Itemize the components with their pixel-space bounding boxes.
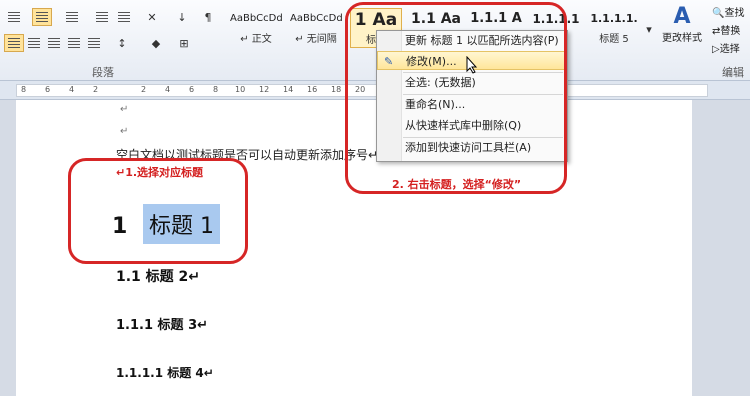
ruler-number: 2 <box>141 85 147 94</box>
ruler-number: 18 <box>331 85 342 94</box>
style-name: ↵ 正文 <box>240 34 272 45</box>
find-icon: 🔍 <box>712 8 725 19</box>
sort-button[interactable]: ↓ <box>172 8 192 26</box>
select-label: 选择 <box>719 44 740 55</box>
ruler-number: 4 <box>165 85 171 94</box>
borders-button[interactable]: ⊞ <box>174 34 194 52</box>
style-name: 标题 5 <box>599 34 629 45</box>
select-button[interactable]: ▷选择 <box>712 40 740 55</box>
ruler-number: 2 <box>93 85 99 94</box>
ruler-number: 10 <box>235 85 246 94</box>
shading-button[interactable]: ◆ <box>146 34 166 52</box>
replace-label: 替换 <box>720 26 741 37</box>
style-name: ↵ 无间隔 <box>295 34 337 45</box>
ruler-number: 16 <box>307 85 318 94</box>
align-center-button[interactable] <box>24 34 44 52</box>
align-right-button[interactable] <box>44 34 64 52</box>
paragraph-group-label: 段落 <box>92 66 114 79</box>
align-left-button[interactable] <box>4 34 24 52</box>
style-normal[interactable]: AaBbCcDd ↵ 正文 <box>230 8 282 48</box>
paragraph-mark: ↵ <box>120 104 129 115</box>
select-icon: ▷ <box>712 44 720 55</box>
heading-2[interactable]: 1.1 标题 2↵ <box>116 266 200 286</box>
find-label: 查找 <box>724 8 745 19</box>
change-styles-button[interactable]: A 更改样式 <box>660 4 704 62</box>
paragraph-mark: ↵ <box>120 126 129 137</box>
style-gallery-scroll[interactable]: ▾ <box>643 8 655 50</box>
ruler-number: 6 <box>189 85 195 94</box>
ruler-number: 4 <box>69 85 75 94</box>
change-styles-label: 更改样式 <box>662 33 702 44</box>
style-sample: AaBbCcDd <box>290 13 342 24</box>
increase-indent-button[interactable] <box>114 8 134 26</box>
step2-annotation: 2. 右击标题，选择“修改” <box>392 178 522 191</box>
show-marks-button[interactable]: ¶ <box>198 8 218 26</box>
heading-3[interactable]: 1.1.1 标题 3↵ <box>116 314 208 333</box>
numbering-button[interactable] <box>32 8 52 26</box>
line-spacing-button[interactable]: ↕ <box>112 34 132 52</box>
ruler-number: 12 <box>259 85 270 94</box>
style-no-spacing[interactable]: AaBbCcDd ↵ 无间隔 <box>290 8 342 48</box>
step1-callout-box <box>68 158 248 264</box>
chinese-layout-button[interactable]: ✕ <box>142 8 162 26</box>
heading-4[interactable]: 1.1.1.1 标题 4↵ <box>116 364 214 381</box>
edit-group-label: 编辑 <box>722 66 744 79</box>
ruler-number: 8 <box>213 85 219 94</box>
replace-button[interactable]: ⇄替换 <box>712 22 740 37</box>
ruler-number: 14 <box>283 85 294 94</box>
find-button[interactable]: 🔍查找 <box>712 4 744 19</box>
justify-button[interactable] <box>64 34 84 52</box>
distribute-button[interactable] <box>84 34 104 52</box>
multilevel-list-button[interactable] <box>62 8 82 26</box>
style-sample: 1.1.1.1. <box>590 12 638 25</box>
step2-callout-box <box>345 2 567 194</box>
ruler-number: 6 <box>45 85 51 94</box>
bullets-button[interactable] <box>4 8 24 26</box>
style-heading-5[interactable]: 1.1.1.1. 标题 5 <box>588 8 640 48</box>
decrease-indent-button[interactable] <box>92 8 112 26</box>
change-styles-icon: A <box>673 4 691 29</box>
ruler-number: 8 <box>21 85 27 94</box>
style-sample: AaBbCcDd <box>230 13 282 24</box>
